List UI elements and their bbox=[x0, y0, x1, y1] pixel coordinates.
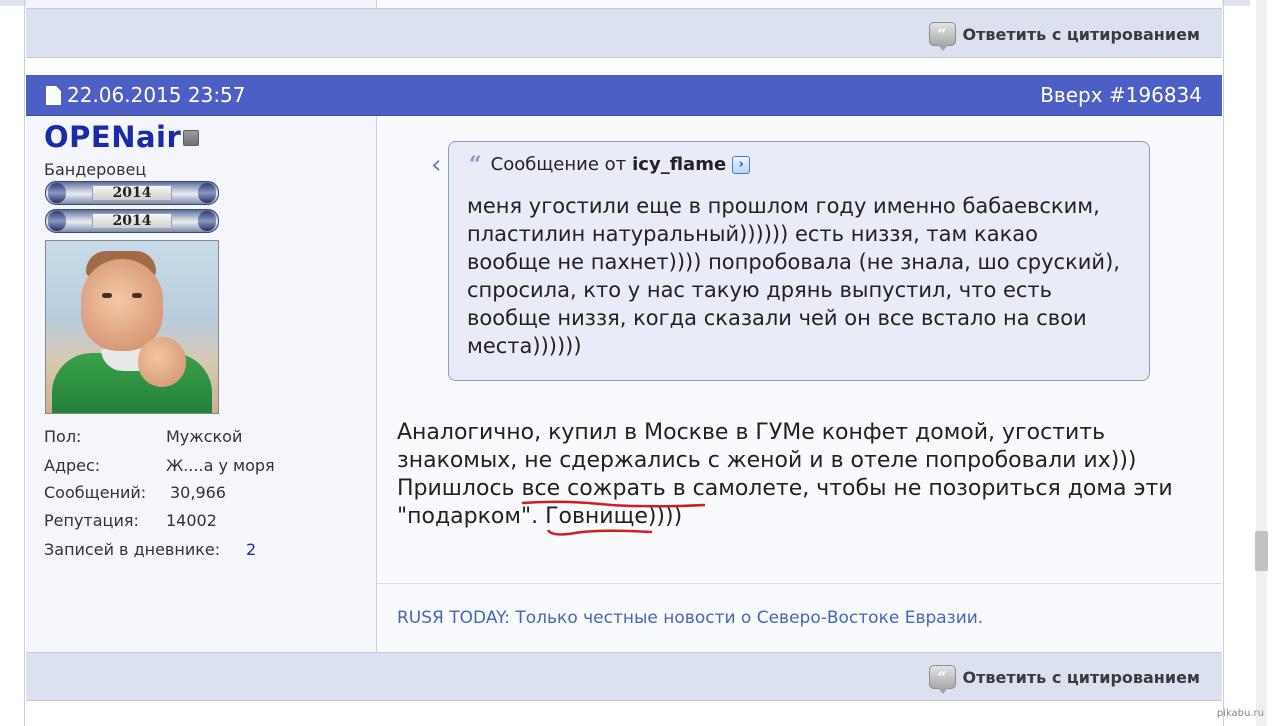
info-value-gender: Мужской bbox=[166, 427, 243, 446]
document-icon bbox=[46, 85, 61, 105]
scroll-thumb[interactable] bbox=[1255, 531, 1268, 571]
message-line: Аналогично, купил в Москве в ГУМе конфет… bbox=[397, 420, 1106, 445]
quote-header: “ Сообщение от icy_flame › bbox=[469, 151, 751, 178]
info-label-address: Адрес: bbox=[44, 456, 101, 475]
info-label-diary: Записей в дневнике: bbox=[44, 540, 221, 559]
post-number[interactable]: #196834 bbox=[1109, 83, 1202, 107]
post-top-link[interactable]: Вверх #196834 bbox=[1040, 83, 1202, 107]
award-cap-right bbox=[198, 211, 216, 231]
quote-prefix: Сообщение от bbox=[490, 154, 627, 175]
quote-box: “ Сообщение от icy_flame › меня угостили… bbox=[448, 141, 1150, 381]
avatar-eye bbox=[102, 293, 112, 298]
award-year: 2014 bbox=[92, 185, 172, 201]
award-year: 2014 bbox=[92, 213, 172, 229]
quote-pointer-icon: ‹ bbox=[431, 150, 442, 180]
message-line: знакомых, не сдержались с женой и в отел… bbox=[397, 448, 1137, 473]
top-link-label: Вверх bbox=[1040, 83, 1103, 107]
info-label-gender: Пол: bbox=[44, 427, 82, 446]
quote-author: icy_flame bbox=[632, 154, 727, 175]
info-value-address: Ж....а у моря bbox=[166, 456, 275, 475]
username[interactable]: OPENair bbox=[44, 120, 181, 154]
post-date: 22.06.2015 23:57 bbox=[46, 83, 246, 107]
quote-marks-icon: “ bbox=[469, 151, 482, 178]
quote-bubble-icon: “ bbox=[928, 22, 956, 51]
award-cap-left bbox=[48, 183, 66, 203]
award-cap-left bbox=[48, 211, 66, 231]
post-footer: “ Ответить с цитированием bbox=[26, 652, 1222, 701]
scrollbar[interactable] bbox=[1250, 0, 1272, 726]
signature-source: RUSЯ TODAY: bbox=[397, 608, 510, 628]
award-cap-right bbox=[198, 183, 216, 203]
previous-post-body bbox=[377, 0, 1222, 8]
reply-quote-button[interactable]: “ Ответить с цитированием bbox=[928, 665, 1200, 694]
signature-text: Только честные новости о Северо-Востоке … bbox=[509, 608, 984, 628]
user-avatar[interactable] bbox=[45, 240, 219, 414]
info-value-posts: 30,966 bbox=[170, 483, 226, 502]
post-message: Аналогично, купил в Москве в ГУМе конфет… bbox=[397, 419, 1187, 531]
avatar-face bbox=[81, 259, 163, 351]
offline-status-icon bbox=[183, 130, 199, 146]
post-date-text: 22.06.2015 23:57 bbox=[67, 83, 246, 107]
message-line: Пришлось все сожрать в самолете, чтобы н… bbox=[397, 476, 1173, 501]
info-value-reputation: 14002 bbox=[166, 511, 217, 530]
info-label-posts: Сообщений: bbox=[44, 483, 147, 502]
info-value-diary-link[interactable]: 2 bbox=[246, 540, 256, 559]
award-badge[interactable]: 2014 bbox=[45, 209, 219, 233]
signature: RUSЯ TODAY: Только честные новости о Сев… bbox=[397, 608, 983, 628]
view-post-icon[interactable]: › bbox=[732, 155, 751, 174]
previous-reply-quote-button[interactable]: “ Ответить с цитированием bbox=[928, 22, 1200, 51]
avatar-fist bbox=[138, 337, 186, 387]
user-title: Бандеровец bbox=[44, 160, 147, 179]
post-header: 22.06.2015 23:57 Вверх #196834 bbox=[26, 75, 1222, 116]
avatar-eye bbox=[132, 293, 142, 298]
previous-post-footer: “ Ответить с цитированием bbox=[26, 8, 1222, 58]
quote-text: меня угостили еще в прошлом году именно … bbox=[467, 194, 1120, 358]
user-info-panel: OPENair Бандеровец 2014 2014 Пол: Мужско… bbox=[26, 116, 377, 652]
info-label-reputation: Репутация: bbox=[44, 511, 139, 530]
scroll-track[interactable] bbox=[1256, 0, 1267, 726]
reply-quote-label: Ответить с цитированием bbox=[962, 667, 1200, 687]
message-line: "подарком". Говнище)))) bbox=[397, 504, 683, 529]
quote-bubble-icon: “ bbox=[928, 665, 956, 694]
page-border-left bbox=[24, 0, 25, 726]
page-border-right bbox=[1223, 0, 1224, 726]
reply-quote-label: Ответить с цитированием bbox=[962, 24, 1200, 44]
previous-post-userinfo bbox=[26, 0, 377, 8]
watermark: pikabu.ru bbox=[1216, 708, 1264, 719]
award-badge[interactable]: 2014 bbox=[45, 181, 219, 205]
